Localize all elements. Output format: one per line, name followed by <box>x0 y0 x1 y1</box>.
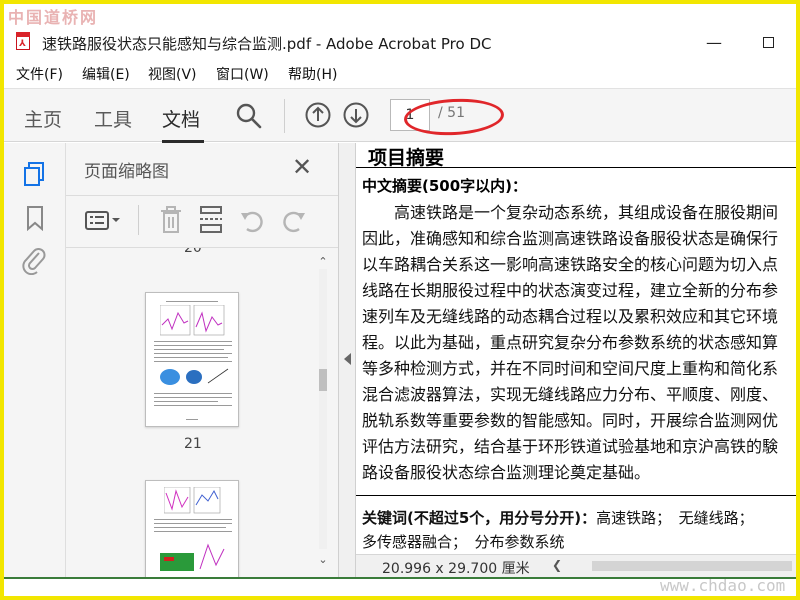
attachment-icon[interactable] <box>22 247 48 275</box>
menu-file[interactable]: 文件(F) <box>16 64 63 84</box>
menu-help[interactable]: 帮助(H) <box>288 64 337 84</box>
menu-edit[interactable]: 编辑(E) <box>82 64 130 84</box>
tab-tools[interactable]: 工具 <box>94 105 132 132</box>
thumbnail-page-21[interactable] <box>145 292 239 427</box>
title-bar: ⅄ 速铁路服役状态只能感知与综合监测.pdf - Adobe Acrobat P… <box>4 26 796 58</box>
next-page-icon[interactable] <box>342 101 370 129</box>
scroll-track[interactable] <box>319 269 327 549</box>
keywords-values: 高速铁路； 无缝线路； <box>596 509 754 527</box>
window-title: 速铁路服役状态只能感知与综合监测.pdf - Adobe Acrobat Pro… <box>42 35 492 53</box>
abstract-subheading: 中文摘要(500字以内)： <box>362 177 528 195</box>
search-icon[interactable] <box>234 101 264 131</box>
keywords-label: 关键词(不超过5个，用分号分开)： <box>362 509 597 527</box>
thumbnails-panel: 页面缩略图 ✕ 20 21 ⌃ ⌄ <box>66 143 338 577</box>
maximize-icon <box>762 37 774 48</box>
toolbar: 主页 工具 文档 1 / 51 <box>4 88 796 143</box>
abstract-line: 脱轨系数等重要参数的智能感知。同时，开展综合监测网优 <box>362 411 779 430</box>
insert-page-icon[interactable] <box>198 205 224 235</box>
menu-view[interactable]: 视图(V) <box>148 64 197 84</box>
toolbar-separator <box>284 99 285 133</box>
panel-tool-separator <box>138 205 139 235</box>
document-view[interactable]: 项目摘要 中文摘要(500字以内)： 高速铁路是一个复杂动态系统，其组成设备在服… <box>356 143 796 554</box>
abstract-line: 线路在长期服役过程中的状态演变过程，建立全新的分布参 <box>362 281 779 300</box>
scroll-down-arrow-icon[interactable]: ⌄ <box>316 553 330 566</box>
maximize-button[interactable] <box>748 30 788 56</box>
tab-document[interactable]: 文档 <box>162 105 200 132</box>
acrobat-window: 中国道桥网 ⅄ 速铁路服役状态只能感知与综合监测.pdf - Adobe Acr… <box>0 0 800 600</box>
thumbnail-figure-graphic <box>160 368 229 385</box>
close-button[interactable]: ✕ <box>796 30 800 56</box>
abstract-line: 以车路耦合关系这一影响高速铁路安全的核心问题为切入点 <box>362 255 779 274</box>
panel-title: 页面缩略图 <box>84 162 169 182</box>
page-thumbnails-icon[interactable] <box>22 161 48 187</box>
rotate-right-icon[interactable] <box>280 207 308 235</box>
thumbnail-list: 20 21 <box>66 248 338 577</box>
watermark-top: 中国道桥网 <box>8 8 99 27</box>
abstract-line: 路设备服役状态综合监测理论奠定基础。 <box>362 463 651 482</box>
thumbnail-chart-graphic-2 <box>164 487 221 514</box>
abstract-line: 速列车及无缝线路的动态耦合过程以及累积效应和其它环境 <box>362 307 779 326</box>
panel-splitter[interactable] <box>338 143 356 577</box>
abstract-line: 程。以此为基础，重点研究复杂分布参数系统的状态感知算 <box>362 333 779 352</box>
thumbnail-label-20: 20 <box>184 248 202 256</box>
tab-home[interactable]: 主页 <box>24 105 62 132</box>
previous-page-icon[interactable] <box>304 101 332 129</box>
horizontal-scroll-thumb[interactable] <box>592 561 792 571</box>
abstract-line: 等多种检测方式，并在不同时间和空间尺度上重构和简化系 <box>362 359 779 378</box>
minimize-button[interactable]: — <box>694 30 734 56</box>
bookmark-icon[interactable] <box>24 205 46 231</box>
thumbnail-chart-graphic <box>160 305 225 336</box>
rotate-left-icon[interactable] <box>238 207 266 235</box>
abstract-line: 因此，准确感知和综合监测高速铁路设备服役状态是确保行 <box>362 229 779 248</box>
navigation-rail <box>4 143 66 577</box>
scroll-left-arrow-icon[interactable]: ❮ <box>552 558 562 572</box>
pdf-file-icon: ⅄ <box>16 32 30 50</box>
keywords-line-2: 多传感器融合； 分布参数系统 <box>362 533 565 551</box>
abstract-line: 高速铁路是一个复杂动态系统，其组成设备在服役期间 <box>362 203 779 222</box>
panel-divider <box>66 195 338 196</box>
panel-close-button[interactable]: ✕ <box>292 155 312 179</box>
menu-bar: 文件(F) 编辑(E) 视图(V) 窗口(W) 帮助(H) <box>4 58 796 88</box>
delete-page-icon[interactable] <box>158 205 184 235</box>
status-bar: 20.996 x 29.700 厘米 ❮ <box>356 554 796 577</box>
keywords-rule <box>356 495 796 496</box>
menu-window[interactable]: 窗口(W) <box>216 64 269 84</box>
scroll-up-arrow-icon[interactable]: ⌃ <box>316 255 330 268</box>
abstract-line: 评估方法研究，结合基于环形铁道试验基地和京沪高铁的験 <box>362 437 779 456</box>
keywords-line: 关键词(不超过5个，用分号分开)：高速铁路； 无缝线路； <box>362 507 754 528</box>
page-dimensions: 20.996 x 29.700 厘米 <box>382 561 530 577</box>
watermark-bottom: www.chdao.com <box>660 576 786 595</box>
heading-rule <box>356 167 796 168</box>
options-menu-icon[interactable] <box>84 207 124 235</box>
scroll-thumb[interactable] <box>319 369 327 391</box>
thumbnail-label-21: 21 <box>184 436 202 452</box>
thumbnails-scrollbar[interactable]: ⌃ ⌄ <box>316 255 330 577</box>
section-heading: 项目摘要 <box>368 147 445 169</box>
collapse-panel-icon[interactable] <box>344 353 351 365</box>
thumbnail-page-22[interactable] <box>145 480 239 577</box>
thumbnail-figure-graphic-2 <box>160 543 225 571</box>
abstract-line: 混合滤波器算法，实现无缝线路应力分布、平顺度、刚度、 <box>362 385 779 404</box>
